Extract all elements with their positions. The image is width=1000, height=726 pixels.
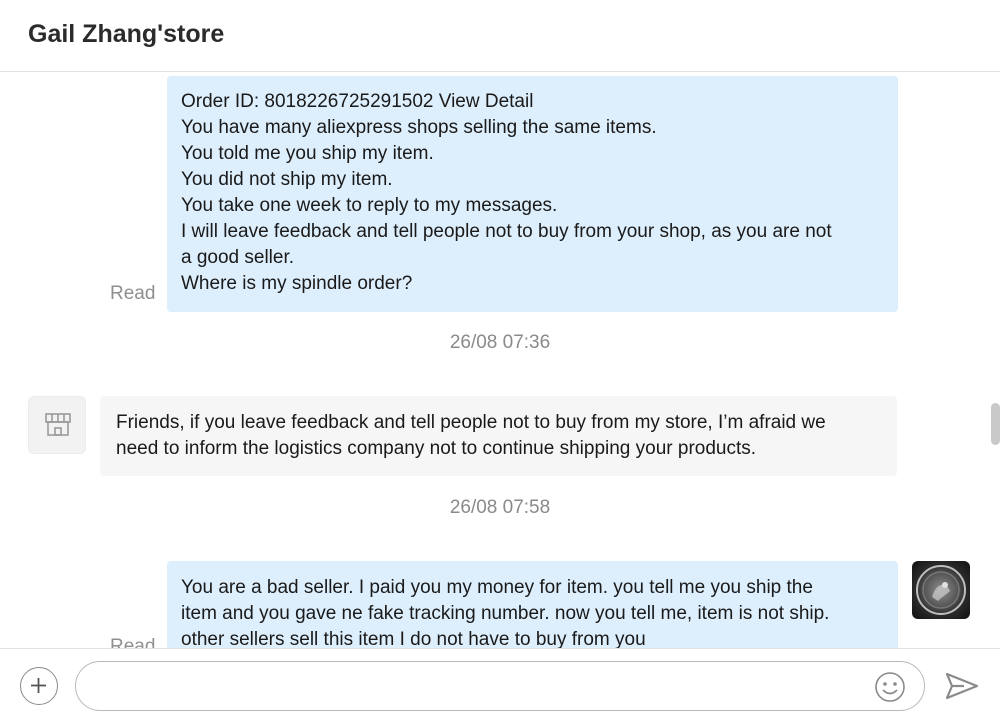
- message-line: Friends, if you leave feedback and tell …: [116, 412, 826, 433]
- read-status: Read: [110, 636, 156, 648]
- message-line: You did not ship my item.: [181, 169, 393, 190]
- message-line: Where is my spindle order?: [181, 273, 413, 294]
- store-icon: [45, 413, 71, 436]
- message-line: Order ID: 8018226725291502 View Detail: [181, 91, 534, 112]
- outgoing-message-bubble: You are a bad seller. I paid you my mone…: [167, 561, 898, 648]
- chat-header: Gail Zhang'store: [0, 0, 1000, 72]
- send-button[interactable]: [944, 670, 980, 702]
- send-arrow-icon: [945, 672, 979, 700]
- composer-bar: [0, 648, 1000, 726]
- message-line: need to inform the logistics company not…: [116, 438, 757, 459]
- message-line: You have many aliexpress shops selling t…: [181, 117, 657, 138]
- plus-icon: [31, 678, 46, 693]
- message-line: item and you gave ne fake tracking numbe…: [181, 603, 830, 624]
- emoji-button[interactable]: [874, 671, 906, 703]
- message-timestamp: 26/08 07:58: [449, 497, 551, 518]
- message-list[interactable]: Read Order ID: 8018226725291502 View Det…: [0, 73, 1000, 648]
- message-line: I will leave feedback and tell people no…: [181, 221, 832, 242]
- message-line: other sellers sell this item I do not ha…: [181, 629, 646, 648]
- message-line: You are a bad seller. I paid you my mone…: [181, 577, 813, 598]
- user-avatar[interactable]: [912, 561, 970, 619]
- incoming-message-bubble: Friends, if you leave feedback and tell …: [100, 396, 897, 476]
- chat-scrollbar[interactable]: [991, 403, 1000, 445]
- message-timestamp: 26/08 07:36: [449, 332, 551, 353]
- outgoing-message-bubble: Order ID: 8018226725291502 View Detail Y…: [167, 76, 898, 312]
- message-line: You told me you ship my item.: [181, 143, 434, 164]
- add-attachment-button[interactable]: [20, 667, 58, 705]
- read-status: Read: [110, 283, 156, 304]
- chat-title: Gail Zhang'store: [28, 20, 225, 48]
- shop-avatar[interactable]: [28, 396, 86, 454]
- message-input[interactable]: [75, 661, 925, 711]
- smiley-icon: [875, 672, 905, 702]
- user-avatar-image: [916, 565, 966, 615]
- message-line: You take one week to reply to my message…: [181, 195, 558, 216]
- message-line: a good seller.: [181, 247, 295, 268]
